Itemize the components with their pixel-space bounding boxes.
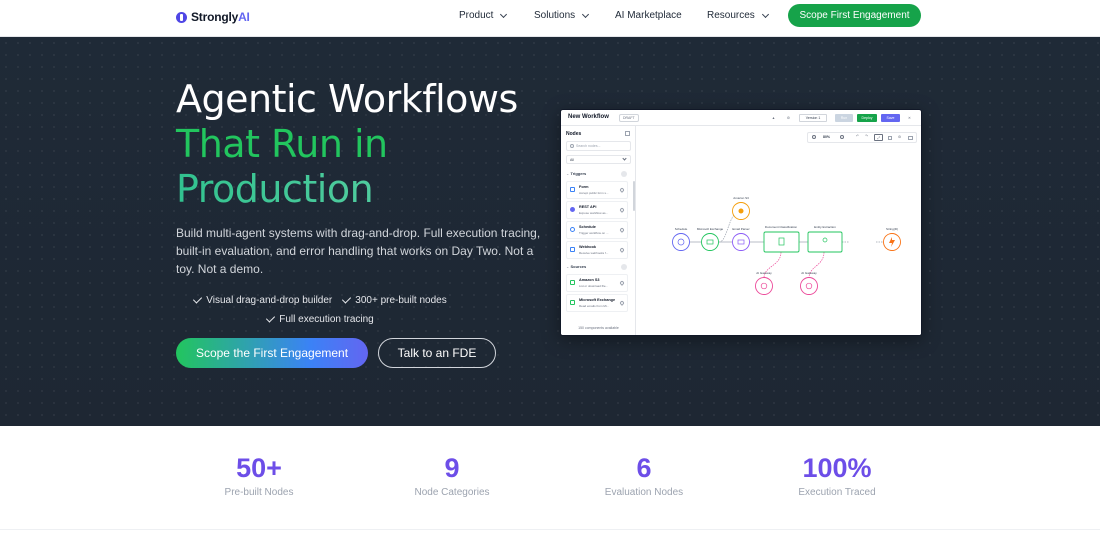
stat-value: 50+ [236, 453, 282, 483]
node-item: Amazon S3 List or download file... [566, 274, 628, 292]
stat-label: Execution Traced [798, 487, 876, 498]
workflow-preview: New Workflow DRAFT ▲ ⚙ Version 1 Run Dep… [560, 109, 922, 336]
scrollbar [633, 181, 635, 211]
stat-label: Evaluation Nodes [604, 487, 684, 498]
flow-diagram: Schedule Microsoft Exchange Email Parser… [672, 196, 901, 295]
node-search-input: Search nodes... [566, 141, 631, 151]
stat-value: 6 [636, 453, 652, 483]
clock-icon [570, 227, 575, 232]
webhook-icon [570, 247, 575, 252]
run-button: Run [835, 114, 853, 122]
bucket-icon [570, 280, 575, 285]
hero-description: Build multi-agent systems with drag-and-… [176, 226, 541, 276]
sun-icon [738, 208, 744, 214]
flow-label: String(D) [886, 227, 898, 231]
nodes-sidebar: Nodes Search nodes... All ⌄ Triggers For… [561, 126, 636, 335]
chevron-down-icon [500, 10, 508, 18]
flow-node-gateway-1 [755, 277, 773, 295]
check-icon [193, 294, 203, 304]
flow-label: Entity Extraction [814, 225, 836, 229]
collapse-icon [625, 131, 630, 136]
stat-value: 100% [802, 453, 872, 483]
count-badge [621, 264, 627, 270]
hero-title: Agentic Workflows That Run in Production [176, 77, 518, 211]
stat-label: Pre-built Nodes [224, 487, 294, 498]
logo-icon [176, 11, 187, 23]
flow-node-doc-class [763, 231, 800, 253]
flow-node-email-parser [732, 233, 750, 251]
flow-label: Microsoft Exchange [697, 227, 724, 231]
flow-node-exchange [701, 233, 719, 251]
count-badge [621, 171, 627, 177]
form-icon [570, 187, 575, 192]
group-triggers: ⌄ Triggers [566, 171, 587, 176]
feature-item: Visual drag-and-drop builder [193, 291, 332, 310]
favorite-icon [619, 247, 625, 253]
deploy-button: Deploy [857, 114, 877, 122]
group-sources: ⌄ Sources [566, 264, 587, 269]
flow-node-gateway-2 [800, 277, 818, 295]
api-icon [570, 207, 575, 212]
chevron-down-icon [582, 10, 590, 18]
node-item: Microsoft Exchange Read emails from Mi... [566, 294, 628, 312]
version-select: Version 1 [799, 114, 827, 122]
favorite-icon [619, 300, 625, 306]
hero-section: Agentic Workflows That Run in Production… [0, 37, 1100, 426]
stat-label: Node Categories [414, 487, 490, 498]
flow-node-schedule [672, 233, 690, 251]
nav-ai-marketplace[interactable]: AI Marketplace [615, 10, 682, 21]
chevron-down-icon [622, 156, 627, 161]
top-nav: StronglyAI Product Solutions AI Marketpl… [0, 0, 1100, 37]
alert-icon: ▲ [771, 116, 776, 120]
save-button: Save [881, 114, 900, 122]
logo[interactable]: StronglyAI [176, 9, 250, 25]
stat-node-categories: 9 Node Categories [367, 452, 537, 498]
favorite-icon [619, 207, 625, 213]
components-count: 150 components available [578, 326, 619, 330]
flow-label: Amazon S3 [733, 196, 749, 200]
flow-label: Email Parser [732, 227, 749, 231]
preview-title: New Workflow [568, 114, 609, 120]
stats-section: 50+ Pre-built Nodes 9 Node Categories 6 … [0, 426, 1100, 530]
node-item: Form Accept public form s... [566, 181, 628, 199]
scope-engagement-button[interactable]: Scope the First Engagement [176, 338, 368, 368]
gear-icon: ⚙ [786, 116, 791, 120]
flow-label: Document Classification [765, 225, 798, 229]
nav-solutions[interactable]: Solutions [534, 10, 590, 21]
close-icon: ✕ [908, 116, 911, 120]
stat-evaluation-nodes: 6 Evaluation Nodes [559, 452, 729, 498]
favorite-icon [619, 187, 625, 193]
node-item: Webhook Receive webhooks f... [566, 241, 628, 259]
nav-product[interactable]: Product [459, 10, 508, 21]
sidebar-title: Nodes [566, 131, 582, 137]
node-item: REST API Expose workflow as... [566, 201, 628, 219]
check-icon [342, 294, 352, 304]
talk-to-fde-button[interactable]: Talk to an FDE [378, 338, 496, 368]
logo-text: StronglyAI [191, 10, 250, 24]
flow-label: AI Gateway [756, 271, 772, 275]
check-icon [266, 313, 276, 323]
mail-icon [570, 300, 575, 305]
stat-prebuilt-nodes: 50+ Pre-built Nodes [174, 452, 344, 498]
feature-item: Full execution tracing [266, 310, 374, 329]
nav-cta-button[interactable]: Scope First Engagement [788, 4, 921, 27]
preview-toolbar: New Workflow DRAFT ▲ ⚙ Version 1 Run Dep… [561, 110, 921, 126]
flow-label: Schedule [675, 227, 688, 231]
chevron-down-icon [761, 10, 769, 18]
node-item: Schedule Trigger workflow on ... [566, 221, 628, 239]
feature-list: Visual drag-and-drop builder 300+ pre-bu… [176, 291, 466, 329]
stat-value: 9 [444, 453, 460, 483]
stat-execution-traced: 100% Execution Traced [752, 452, 922, 498]
draft-badge: DRAFT [619, 114, 639, 122]
favorite-icon [619, 280, 625, 286]
feature-item: 300+ pre-built nodes [342, 291, 447, 310]
flow-label: AI Gateway [801, 271, 817, 275]
node-filter-select: All [566, 155, 631, 164]
nav-resources[interactable]: Resources [707, 10, 769, 21]
search-icon [570, 144, 574, 148]
favorite-icon [619, 227, 625, 233]
